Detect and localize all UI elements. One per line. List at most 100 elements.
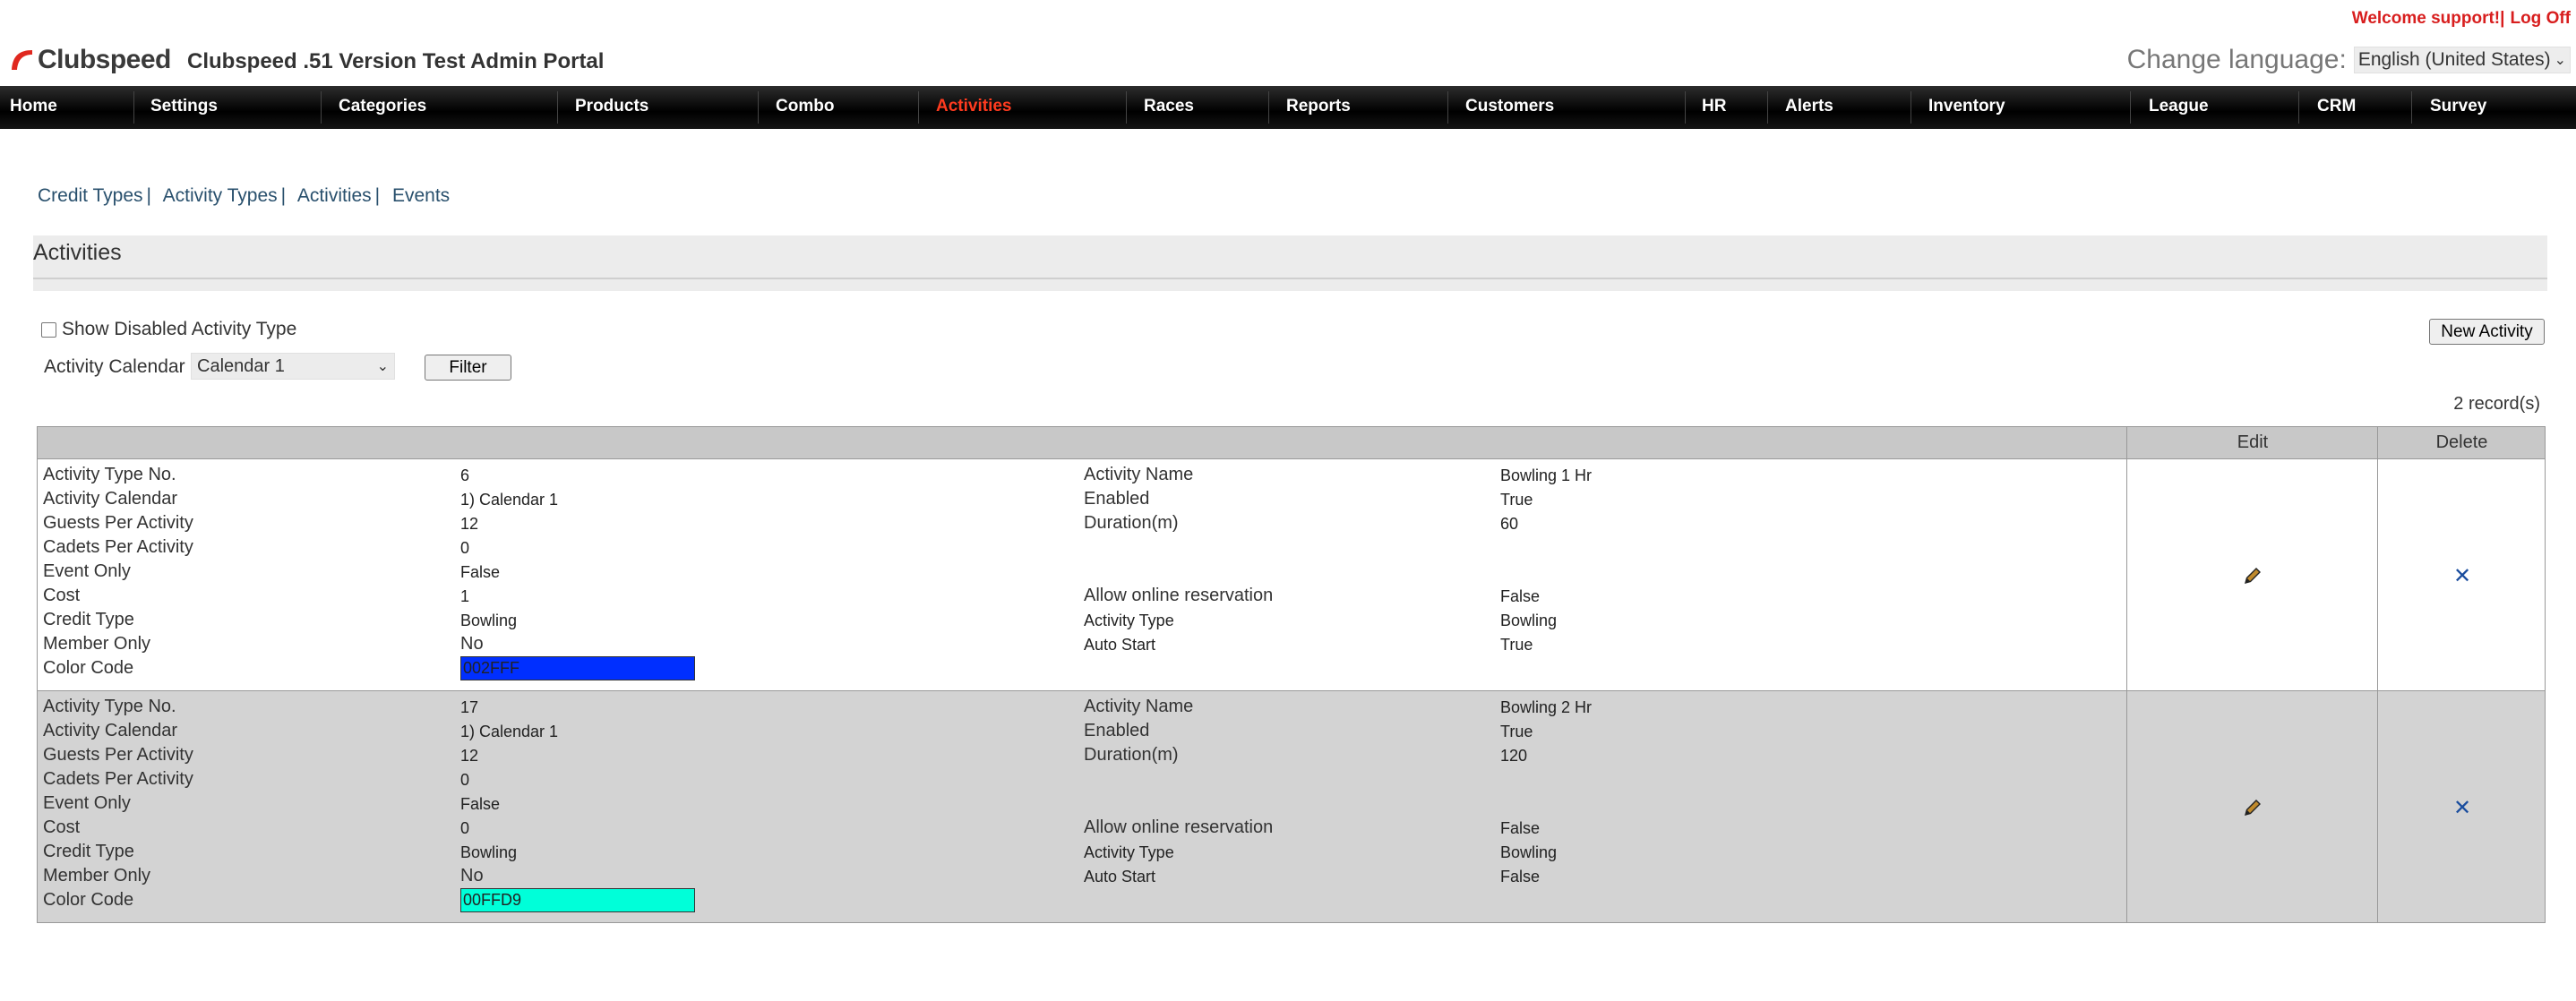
value-activity-type: Bowling	[1500, 843, 1558, 861]
show-disabled-label: Show Disabled Activity Type	[62, 319, 297, 339]
label-cadets: Cadets Per Activity	[43, 769, 193, 789]
nav-item-survey[interactable]: Survey	[2430, 86, 2486, 129]
value-cost: 0	[460, 819, 470, 837]
sublink-credit-types[interactable]: Credit Types	[38, 185, 143, 206]
logoff-link[interactable]: Log Off	[2510, 9, 2571, 28]
record-count: 2 record(s)	[2453, 394, 2540, 414]
edit-cell	[2126, 459, 2378, 690]
value-cost: 1	[460, 587, 470, 605]
nav-item-categories[interactable]: Categories	[339, 86, 426, 129]
value-event-only: False	[460, 795, 501, 813]
label-calendar: Activity Calendar	[43, 721, 178, 740]
logo[interactable]: Clubspeed	[9, 45, 171, 75]
calendar-label: Activity Calendar	[44, 356, 185, 377]
column-header-edit: Edit	[2126, 427, 2378, 458]
pencil-icon[interactable]	[2242, 797, 2263, 818]
page-title: Activities	[33, 240, 122, 265]
label-auto-start: Auto Start	[1084, 868, 1156, 886]
edit-cell	[2126, 691, 2378, 922]
calendar-select[interactable]: Calendar 1 ⌄	[191, 353, 395, 380]
chevron-down-icon: ⌄	[376, 359, 389, 374]
label-cost: Cost	[43, 817, 81, 837]
value-calendar: 1) Calendar 1	[460, 491, 559, 509]
nav-item-league[interactable]: League	[2149, 86, 2209, 129]
value-enabled: True	[1500, 723, 1533, 740]
language-value: English (United States)	[2357, 49, 2551, 70]
value-enabled: True	[1500, 491, 1533, 509]
sublink-activity-types[interactable]: Activity Types	[163, 185, 278, 206]
nav-item-customers[interactable]: Customers	[1465, 86, 1554, 129]
value-auto-start: False	[1500, 868, 1541, 886]
label-calendar: Activity Calendar	[43, 489, 178, 509]
nav-item-inventory[interactable]: Inventory	[1928, 86, 2005, 129]
value-credit-type: Bowling	[460, 843, 518, 861]
calendar-select-value: Calendar 1	[197, 356, 285, 376]
nav-item-products[interactable]: Products	[575, 86, 648, 129]
main-nav: Home Settings Categories Products Combo …	[0, 86, 2576, 129]
nav-item-crm[interactable]: CRM	[2317, 86, 2356, 129]
chevron-down-icon: ⌄	[2554, 53, 2566, 68]
label-credit-type: Credit Type	[43, 610, 134, 629]
nav-item-reports[interactable]: Reports	[1286, 86, 1351, 129]
sublink-activities[interactable]: Activities	[297, 185, 372, 206]
language-switcher: Change language: English (United States)…	[2127, 45, 2571, 75]
filter-button[interactable]: Filter	[425, 355, 511, 381]
value-cadets: 0	[460, 771, 470, 789]
label-enabled: Enabled	[1084, 721, 1150, 740]
value-activity-type: Bowling	[1500, 612, 1558, 629]
nav-item-activities[interactable]: Activities	[936, 86, 1011, 129]
table-row: Activity Type No. 6 Activity Calendar 1)…	[38, 459, 2545, 691]
label-event-only: Event Only	[43, 793, 131, 813]
value-guests: 12	[460, 747, 479, 765]
label-type-no: Activity Type No.	[43, 465, 176, 484]
close-icon[interactable]: ✕	[2453, 563, 2471, 589]
nav-item-home[interactable]: Home	[10, 86, 57, 129]
label-online-reservation: Allow online reservation	[1084, 817, 1274, 837]
value-online-reservation: False	[1500, 587, 1541, 605]
value-type-no: 6	[460, 466, 470, 484]
label-activity-name: Activity Name	[1084, 465, 1194, 484]
value-activity-name: Bowling 1 Hr	[1500, 466, 1593, 484]
close-icon[interactable]: ✕	[2453, 795, 2471, 821]
value-guests: 12	[460, 515, 479, 533]
label-activity-type: Activity Type	[1084, 612, 1174, 629]
label-duration: Duration(m)	[1084, 745, 1179, 765]
nav-item-races[interactable]: Races	[1144, 86, 1194, 129]
new-activity-button[interactable]: New Activity	[2429, 319, 2545, 345]
language-select[interactable]: English (United States) ⌄	[2353, 47, 2571, 73]
value-member-only: No	[460, 866, 484, 886]
activities-table: Edit Delete Activity Type No. 6 Activity…	[37, 426, 2546, 923]
nav-item-hr[interactable]: HR	[1702, 86, 1726, 129]
label-online-reservation: Allow online reservation	[1084, 586, 1274, 605]
label-duration: Duration(m)	[1084, 513, 1179, 533]
value-duration: 60	[1500, 515, 1519, 533]
label-color-code: Color Code	[43, 890, 134, 910]
welcome-text: Welcome support!	[2351, 9, 2501, 28]
value-type-no: 17	[460, 698, 479, 716]
show-disabled-checkbox[interactable]	[41, 321, 56, 338]
value-cadets: 0	[460, 539, 470, 557]
label-member-only: Member Only	[43, 866, 151, 886]
label-cadets: Cadets Per Activity	[43, 537, 193, 557]
nav-item-combo[interactable]: Combo	[776, 86, 834, 129]
nav-item-alerts[interactable]: Alerts	[1785, 86, 1833, 129]
color-code-swatch: 002FFF	[460, 656, 695, 680]
section-header-band	[33, 235, 2547, 291]
logo-text: Clubspeed	[38, 45, 171, 74]
welcome-separator: |	[2500, 9, 2505, 28]
show-disabled-toggle: Show Disabled Activity Type	[41, 319, 296, 340]
sub-navigation: Credit Types | Activity Types | Activities…	[38, 185, 451, 206]
sublink-events[interactable]: Events	[392, 185, 450, 206]
column-header-delete: Delete	[2377, 427, 2546, 458]
section-divider	[33, 278, 2547, 279]
pencil-icon[interactable]	[2242, 565, 2263, 586]
label-credit-type: Credit Type	[43, 842, 134, 861]
delete-cell: ✕	[2377, 459, 2546, 690]
label-member-only: Member Only	[43, 634, 151, 654]
nav-item-settings[interactable]: Settings	[150, 86, 218, 129]
table-row: Activity Type No. 17 Activity Calendar 1…	[38, 691, 2545, 922]
label-type-no: Activity Type No.	[43, 697, 176, 716]
value-calendar: 1) Calendar 1	[460, 723, 559, 740]
label-guests: Guests Per Activity	[43, 745, 193, 765]
label-enabled: Enabled	[1084, 489, 1150, 509]
